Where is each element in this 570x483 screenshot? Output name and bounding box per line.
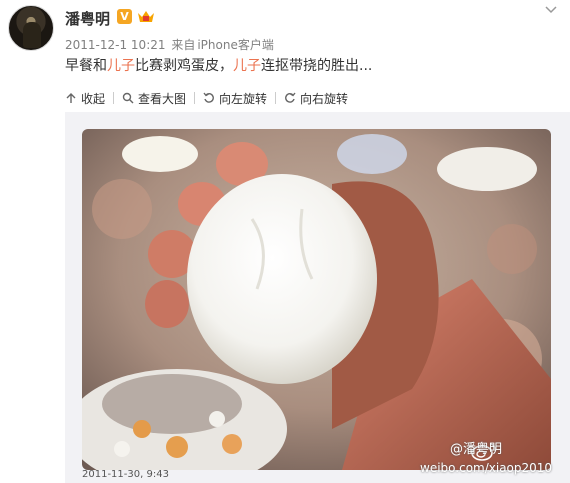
- image-panel: 2011-11-30, 9:43: [65, 112, 570, 483]
- topic-link-son[interactable]: 儿子: [107, 58, 135, 74]
- view-large-label: 查看大图: [138, 91, 187, 106]
- member-crown-icon[interactable]: [137, 9, 155, 24]
- watermark-name: @潘粤明: [450, 442, 503, 457]
- verified-badge-icon: V: [117, 9, 132, 24]
- source-prefix: 来自: [171, 38, 196, 52]
- image-toolbar: 收起 查看大图 向左旋转 向右旋转: [65, 88, 348, 108]
- avatar[interactable]: [8, 5, 54, 51]
- post-text-segment: 早餐和: [65, 58, 107, 74]
- toolbar-divider: [113, 92, 115, 104]
- post-text-segment: 连抠带挠的胜出...: [261, 58, 373, 74]
- egg-in-hand-photo: [82, 129, 551, 470]
- collapse-button[interactable]: 收起: [65, 90, 105, 107]
- client-link[interactable]: iPhone客户端: [197, 38, 274, 52]
- collapse-up-icon: [66, 93, 76, 103]
- rotate-left-label: 向左旋转: [219, 91, 268, 106]
- post-text-segment: 比赛剥鸡蛋皮，: [135, 58, 233, 74]
- view-large-button[interactable]: 查看大图: [122, 90, 186, 107]
- chevron-down-icon: [545, 6, 557, 14]
- post-photo[interactable]: [82, 129, 551, 470]
- username-link[interactable]: 潘粤明: [65, 8, 110, 29]
- watermark-url: weibo.com/xiaop2010: [420, 461, 553, 475]
- rotate-right-label: 向右旋转: [300, 91, 349, 106]
- collapse-label: 收起: [81, 91, 106, 106]
- more-options-button[interactable]: [542, 3, 560, 17]
- rotate-right-button[interactable]: 向右旋转: [284, 90, 348, 107]
- photo-date-stamp: 2011-11-30, 9:43: [82, 469, 169, 480]
- toolbar-divider: [275, 92, 277, 104]
- post-time-link[interactable]: 2011-12-1 10:21: [65, 38, 166, 52]
- rotate-left-icon: [203, 92, 214, 103]
- toolbar-divider: [194, 92, 196, 104]
- search-icon: [122, 92, 134, 104]
- topic-link-son[interactable]: 儿子: [233, 58, 261, 74]
- rotate-left-button[interactable]: 向左旋转: [203, 90, 267, 107]
- rotate-right-icon: [285, 92, 296, 103]
- post-meta: 2011-12-1 10:21 来自 iPhone客户端: [65, 36, 276, 53]
- post-text: 早餐和儿子比赛剥鸡蛋皮，儿子连抠带挠的胜出...: [65, 55, 372, 75]
